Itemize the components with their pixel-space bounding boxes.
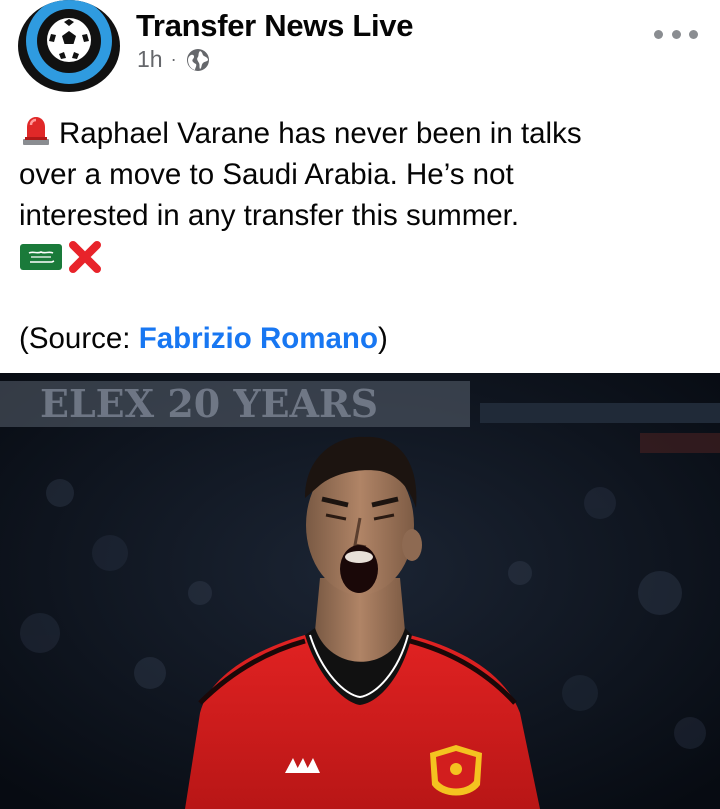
more-dot	[671, 29, 681, 39]
post-text-line-1-text: Raphael Varane has never been in talks	[59, 117, 582, 150]
page-avatar[interactable]	[18, 0, 120, 92]
page-name[interactable]: Transfer News Live	[136, 8, 413, 44]
source-link[interactable]: Fabrizio Romano	[139, 322, 378, 355]
post-meta: 1h ·	[137, 46, 211, 73]
emoji-row	[19, 236, 709, 277]
post-photo[interactable]: ELEX 20 YEARS	[0, 373, 720, 809]
post-text: Raphael Varane has never been in talks o…	[19, 113, 709, 277]
source-line: (Source: Fabrizio Romano)	[19, 318, 388, 359]
stadium-sign-text: ELEX 20 YEARS	[40, 381, 378, 426]
post-text-line-2: over a move to Saudi Arabia. He’s not	[19, 158, 514, 191]
source-suffix: )	[377, 322, 388, 355]
more-dot	[654, 29, 663, 39]
more-dot	[689, 29, 698, 39]
post-text-line-3: interested in any transfer this summer.	[19, 199, 520, 232]
post-header: Transfer News Live 1h ·	[0, 0, 720, 100]
source-prefix: (Source:	[19, 322, 139, 355]
post-time[interactable]: 1h	[137, 46, 163, 73]
more-options-button[interactable]	[654, 20, 698, 48]
post-text-line-1: Raphael Varane has never been in talks	[19, 113, 709, 154]
soccer-ball-icon	[47, 18, 91, 62]
cross-mark-emoji	[69, 240, 101, 273]
player-photo: ELEX 20 YEARS	[0, 373, 720, 809]
globe-icon	[186, 48, 209, 71]
police-siren-emoji	[23, 117, 49, 145]
club-badge	[430, 745, 482, 796]
meta-separator: ·	[170, 49, 177, 69]
saudi-arabia-flag-emoji	[20, 243, 62, 270]
